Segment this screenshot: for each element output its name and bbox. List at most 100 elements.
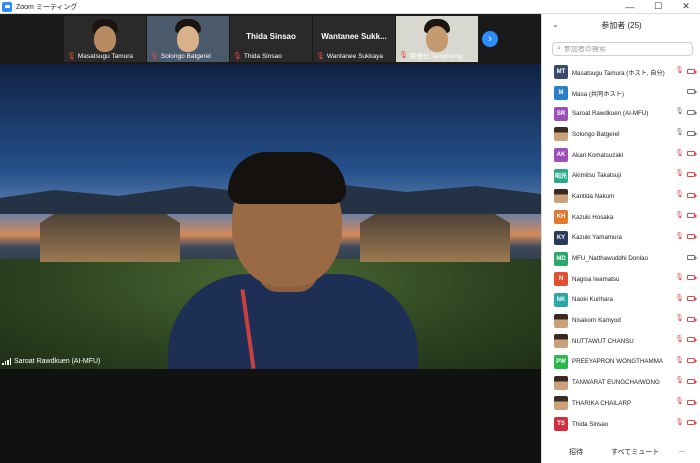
participant-status-icons: 🎙 [675,67,697,75]
mic-icon[interactable]: 🎙 [675,129,684,137]
camera-off-icon[interactable] [687,275,697,281]
gallery-strip: 🎙 Masatsugu Tamura 🎙 Solongo Batgerel Thid… [0,14,541,64]
participant-name: Masa (共同ホスト) [572,90,624,98]
mic-muted-icon[interactable]: 🎙 [675,398,684,406]
thumbnail-name: 梁雅仕 liangcheng [409,53,463,60]
avatar [554,127,568,142]
mic-muted-icon: 🎙 [67,53,76,60]
participant-status-icons: 🎙 [675,253,697,261]
mic-muted-icon[interactable]: 🎙 [675,67,684,75]
camera-icon[interactable] [687,254,697,260]
participant-video [177,26,199,52]
participant-row[interactable]: TS Thida Sinsao 🎙 [542,414,700,435]
video-thumbnail[interactable]: 🎙 梁雅仕 liangcheng [396,16,478,62]
participant-row[interactable]: MD MFU_Natthawuddhi Donlao 🎙 [542,248,700,269]
video-thumbnail[interactable]: Wantanee Sukk... 🎙 Wantanee Sukkaya [313,16,395,62]
participant-row[interactable]: Solongo Batgerel 🎙 [542,124,700,145]
mic-muted-icon[interactable]: 🎙 [675,274,684,282]
mic-muted-icon[interactable]: 🎙 [675,295,684,303]
participant-status-icons: 🎙 [675,88,697,96]
participant-name: TANWARAT EUNGCHAIWONG [572,379,660,387]
camera-off-icon[interactable] [687,316,697,322]
camera-off-icon[interactable] [687,337,697,343]
participant-search: ⌕ [552,42,693,56]
camera-off-icon[interactable] [687,68,697,74]
camera-off-icon[interactable] [687,420,697,426]
mic-muted-icon[interactable]: 🎙 [675,170,684,178]
camera-off-icon[interactable] [687,171,697,177]
participant-row[interactable]: Kantida Nakum 🎙 [542,186,700,207]
participant-row[interactable]: MT Masatsugu Tamura (ホスト, 自分) 🎙 [542,62,700,83]
participant-status-icons: 🎙 [675,170,697,178]
mic-muted-icon[interactable]: 🎙 [675,150,684,158]
close-button[interactable]: ✕ [672,0,700,14]
participant-row[interactable]: 昭光 Akimitsu Takatsuji 🎙 [542,165,700,186]
mic-muted-icon[interactable]: 🎙 [675,315,684,323]
camera-off-icon[interactable] [687,192,697,198]
camera-off-icon[interactable] [687,213,697,219]
avatar: M [554,86,568,101]
avatar [554,375,568,390]
participant-row[interactable]: M Masa (共同ホスト) 🎙 [542,83,700,104]
participant-row[interactable]: PW PREEYAPRON WONGTHAMMA 🎙 [542,352,700,373]
mic-muted-icon[interactable]: 🎙 [675,191,684,199]
maximize-button[interactable]: ☐ [644,0,672,14]
participant-status-icons: 🎙 [675,108,697,116]
mic-muted-icon[interactable]: 🎙 [675,357,684,365]
mic-muted-icon[interactable]: 🎙 [675,336,684,344]
participant-status-icons: 🎙 [675,419,697,427]
mic-muted-icon: 🎙 [233,53,242,60]
minimize-button[interactable]: — [616,0,644,14]
camera-off-icon[interactable] [687,358,697,364]
search-input[interactable] [563,45,679,53]
participant-name: NUTTAWUT CHANSU [572,337,634,345]
participant-row[interactable]: AK Akari Komatsuzaki 🎙 [542,145,700,166]
participant-status-icons: 🎙 [675,233,697,241]
participant-name: Kazuki Hosaka [572,213,614,221]
participant-status-icons: 🎙 [675,295,697,303]
camera-icon[interactable] [687,89,697,95]
mic-icon[interactable]: 🎙 [675,108,684,116]
participant-name: PREEYAPRON WONGTHAMMA [572,358,663,366]
participant-row[interactable]: TANWARAT EUNGCHAIWONG 🎙 [542,372,700,393]
mic-muted-icon[interactable]: 🎙 [675,233,684,241]
participant-row[interactable]: NK Naoki Kurihara 🎙 [542,290,700,311]
participant-name: Saroat Rawdkuen (AI-MFU) [572,110,649,118]
camera-icon[interactable] [687,109,697,115]
participant-row[interactable]: KY Kazuki Yamamura 🎙 [542,228,700,249]
participant-row[interactable]: Nisakorn Kamyod 🎙 [542,310,700,331]
mic-muted-icon[interactable]: 🎙 [675,377,684,385]
mic-muted-icon[interactable]: 🎙 [675,419,684,427]
mic-muted-icon: 🎙 [399,52,408,59]
invite-button[interactable]: 招待 [562,443,590,461]
participant-row[interactable]: N Nagisa Iwamatsu 🎙 [542,269,700,290]
mic-muted-icon[interactable]: 🎙 [675,212,684,220]
participant-row[interactable]: THARIKA CHAILARP 🎙 [542,393,700,414]
participant-status-icons: 🎙 [675,398,697,406]
camera-off-icon[interactable] [687,399,697,405]
mute-all-button[interactable]: すべてミュート [604,443,666,461]
video-thumbnail[interactable]: 🎙 Masatsugu Tamura [64,16,146,62]
avatar [554,313,568,328]
camera-off-icon[interactable] [687,296,697,302]
participant-row[interactable]: NUTTAWUT CHANSU 🎙 [542,331,700,352]
avatar [554,189,568,204]
camera-off-icon[interactable] [687,234,697,239]
participant-row[interactable]: KH Kazuki Hosaka 🎙 [542,207,700,228]
chevron-right-icon[interactable]: › [482,31,498,47]
video-thumbnail[interactable]: 🎙 Solongo Batgerel [147,16,229,62]
camera-icon[interactable] [687,130,697,136]
video-thumbnail[interactable]: Thida Sinsao 🎙 Thida Sinsao [230,16,312,62]
participant-name: Nagisa Iwamatsu [572,275,620,283]
participant-name: Akimitsu Takatsuji [572,172,622,180]
more-options-button[interactable]: ... [672,443,692,458]
participant-name: Nisakorn Kamyod [572,317,621,325]
participant-row[interactable]: SR Saroat Rawdkuen (AI-MFU) 🎙 [542,103,700,124]
avatar: PW [554,354,568,369]
camera-off-icon[interactable] [687,151,697,157]
speaker-hair [228,152,346,204]
thumbnail-name: Masatsugu Tamura [77,52,134,60]
mic-muted-icon: 🎙 [316,53,325,60]
avatar [554,334,568,349]
camera-off-icon[interactable] [687,378,697,384]
